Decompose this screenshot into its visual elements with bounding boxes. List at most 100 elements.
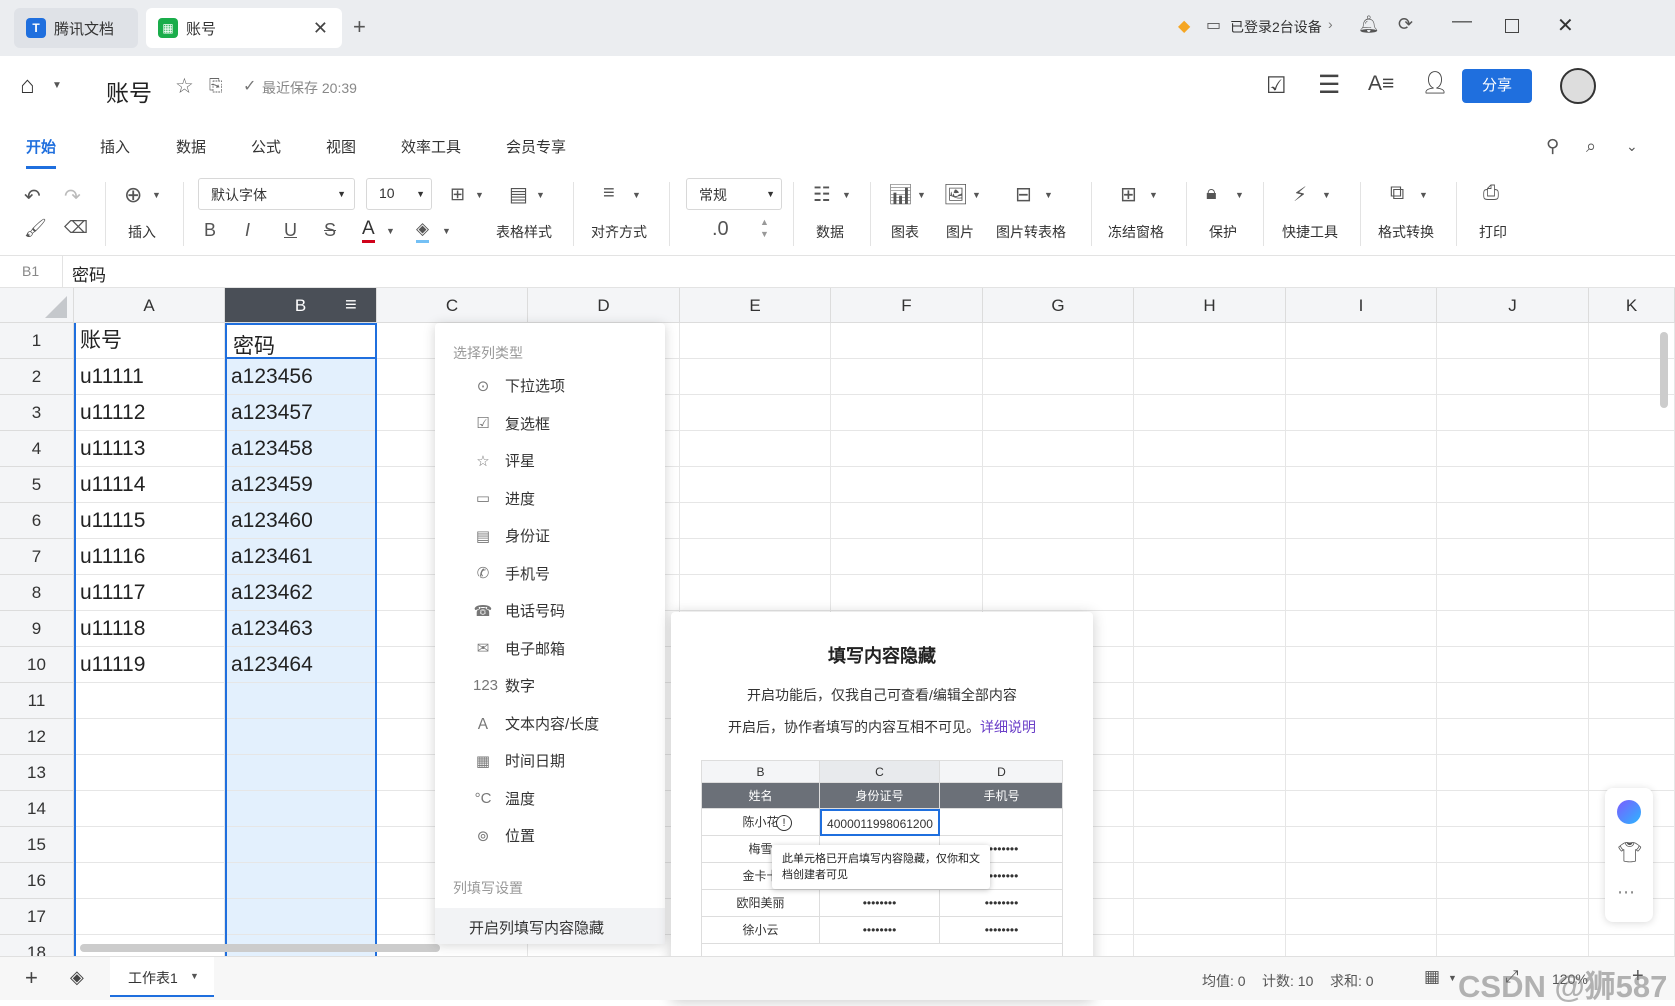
cell[interactable] [1134,827,1286,863]
decimal-stepper-icon[interactable]: ▲ ▼ [760,216,769,240]
column-header-d[interactable]: D [528,288,680,323]
close-tab-icon[interactable]: ✕ [313,18,328,39]
cell[interactable] [1437,395,1589,431]
cell[interactable] [1437,575,1589,611]
image-to-table-dropdown-icon[interactable]: ▼ [1044,190,1053,200]
row-header[interactable]: 18 [0,935,74,956]
sync-icon[interactable]: ⟳ [1398,14,1413,35]
cell[interactable] [1134,323,1286,359]
row-header[interactable]: 5 [0,467,74,503]
cell[interactable] [1134,611,1286,647]
font-size-select[interactable]: 10 ▼ [366,178,432,210]
home-dropdown-icon[interactable]: ▼ [52,80,62,91]
quick-tools-dropdown-icon[interactable]: ▼ [1322,190,1331,200]
cell[interactable] [680,467,831,503]
cell[interactable] [983,431,1134,467]
chart-button[interactable]: 图表 [891,222,919,242]
data-button[interactable]: 数据 [816,222,844,242]
undo-icon[interactable]: ↶ [24,184,41,209]
cell[interactable]: u11117 [74,575,225,611]
image-button[interactable]: 图片 [946,222,974,242]
cell[interactable] [1589,683,1675,719]
cell[interactable] [831,359,983,395]
cell[interactable] [1437,647,1589,683]
cell[interactable] [1437,827,1589,863]
cell[interactable]: u11114 [74,467,225,503]
row-header[interactable]: 11 [0,683,74,719]
tab-tencent-docs[interactable]: T 腾讯文档 [14,8,138,48]
number-format-select[interactable]: 常规 ▼ [686,178,782,210]
data-dropdown-icon[interactable]: ▼ [842,190,851,200]
cell[interactable] [74,791,225,827]
cell[interactable] [1589,539,1675,575]
row-header[interactable]: 2 [0,359,74,395]
select-all-corner[interactable] [0,288,74,323]
text-style-icon[interactable]: A≡ [1368,72,1394,96]
cell[interactable] [983,323,1134,359]
cell[interactable]: u11111 [74,359,225,395]
horizontal-scrollbar[interactable] [80,944,440,952]
cell[interactable] [1286,827,1437,863]
insert-plus-icon[interactable]: ⊕ [124,182,142,208]
cell[interactable] [1286,791,1437,827]
column-type-item[interactable]: ☆ 评星 [473,450,535,471]
cell[interactable] [74,899,225,935]
cell[interactable] [1437,359,1589,395]
data-icon[interactable]: ☷ [813,182,831,207]
cell[interactable] [1589,647,1675,683]
menu-data[interactable]: 数据 [176,136,206,157]
cell[interactable] [1437,467,1589,503]
freeze-button[interactable]: 冻结窗格 [1108,222,1164,242]
cell[interactable] [1134,899,1286,935]
menu-efficiency[interactable]: 效率工具 [401,136,461,157]
image-to-table-icon[interactable]: ⊟ [1015,182,1032,207]
column-header-k[interactable]: K [1589,288,1675,323]
clear-format-icon[interactable]: ⌫ [64,218,88,238]
cell[interactable] [831,503,983,539]
cell[interactable] [1134,755,1286,791]
cell[interactable] [1134,791,1286,827]
new-tab-icon[interactable]: + [353,14,366,40]
cell[interactable] [1134,575,1286,611]
image-to-table-button[interactable]: 图片转表格 [996,222,1066,242]
font-color-dropdown-icon[interactable]: ▼ [386,226,395,236]
row-header[interactable]: 16 [0,863,74,899]
row-header[interactable]: 6 [0,503,74,539]
cell[interactable] [1437,431,1589,467]
column-header-i[interactable]: I [1286,288,1437,323]
cell[interactable] [1437,935,1589,956]
cell[interactable] [1286,935,1437,956]
column-header-f[interactable]: F [831,288,983,323]
column-type-item[interactable]: ✉ 电子邮箱 [473,638,565,659]
column-type-item[interactable]: ✆ 手机号 [473,563,550,584]
column-type-item[interactable]: ☎ 电话号码 [473,600,565,621]
cell[interactable] [680,575,831,611]
cell[interactable]: u11118 [74,611,225,647]
cell[interactable]: u11119 [74,647,225,683]
cell[interactable] [1286,899,1437,935]
row-header[interactable]: 12 [0,719,74,755]
row-header[interactable]: 15 [0,827,74,863]
cell[interactable] [1134,503,1286,539]
doc-title[interactable]: 账号 [106,74,152,108]
column-header-j[interactable]: J [1437,288,1589,323]
redo-icon[interactable]: ↷ [64,184,81,209]
menu-list-icon[interactable]: ☰ [1318,70,1340,100]
minimize-icon[interactable]: — [1452,10,1472,33]
cell[interactable] [1589,575,1675,611]
cell[interactable] [831,467,983,503]
cell[interactable] [1437,611,1589,647]
font-color-button[interactable]: A [362,218,375,243]
cell[interactable] [1286,467,1437,503]
row-header[interactable]: 10 [0,647,74,683]
stamp-icon[interactable]: ⚲ [1546,136,1559,157]
bold-button[interactable]: B [204,220,216,241]
avatar[interactable] [1560,68,1596,104]
cell[interactable]: u11113 [74,431,225,467]
sheet-tab-1[interactable]: 工作表1 ▼ [110,957,214,997]
column-header-c[interactable]: C [377,288,528,323]
menu-home[interactable]: 开始 [26,136,56,157]
sheet-tab-dropdown-icon[interactable]: ▼ [190,971,199,981]
add-collaborator-icon[interactable]: 👤︎ [1421,70,1449,96]
enable-hide-content-item[interactable]: 开启列填写内容隐藏 [435,908,665,944]
